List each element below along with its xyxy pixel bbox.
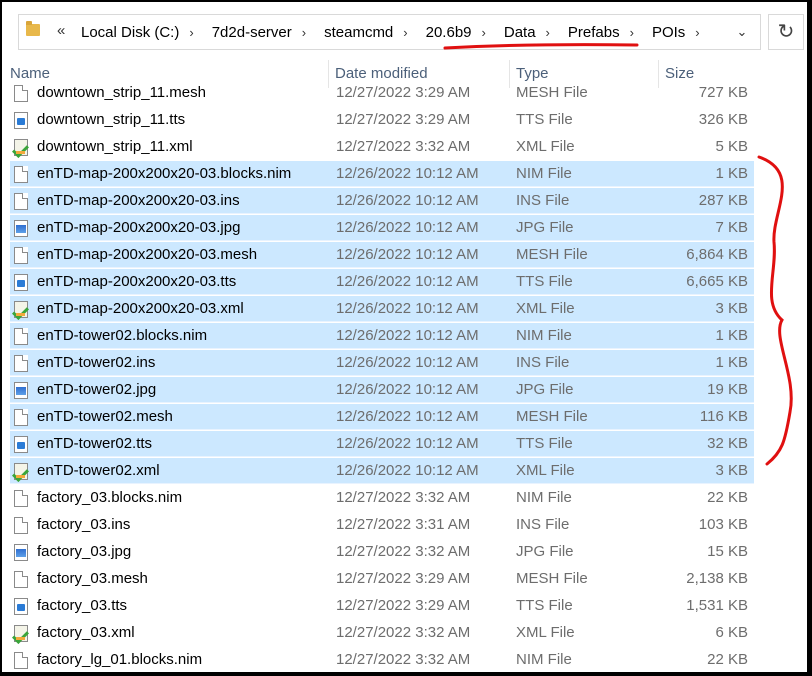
selection-brace bbox=[757, 155, 793, 466]
breadcrumb-underline bbox=[443, 43, 639, 50]
file-explorer-window: « Local Disk (C:) › 7d2d-server › steamcmd › 2… bbox=[2, 2, 807, 672]
red-annotation-marks bbox=[443, 43, 793, 466]
